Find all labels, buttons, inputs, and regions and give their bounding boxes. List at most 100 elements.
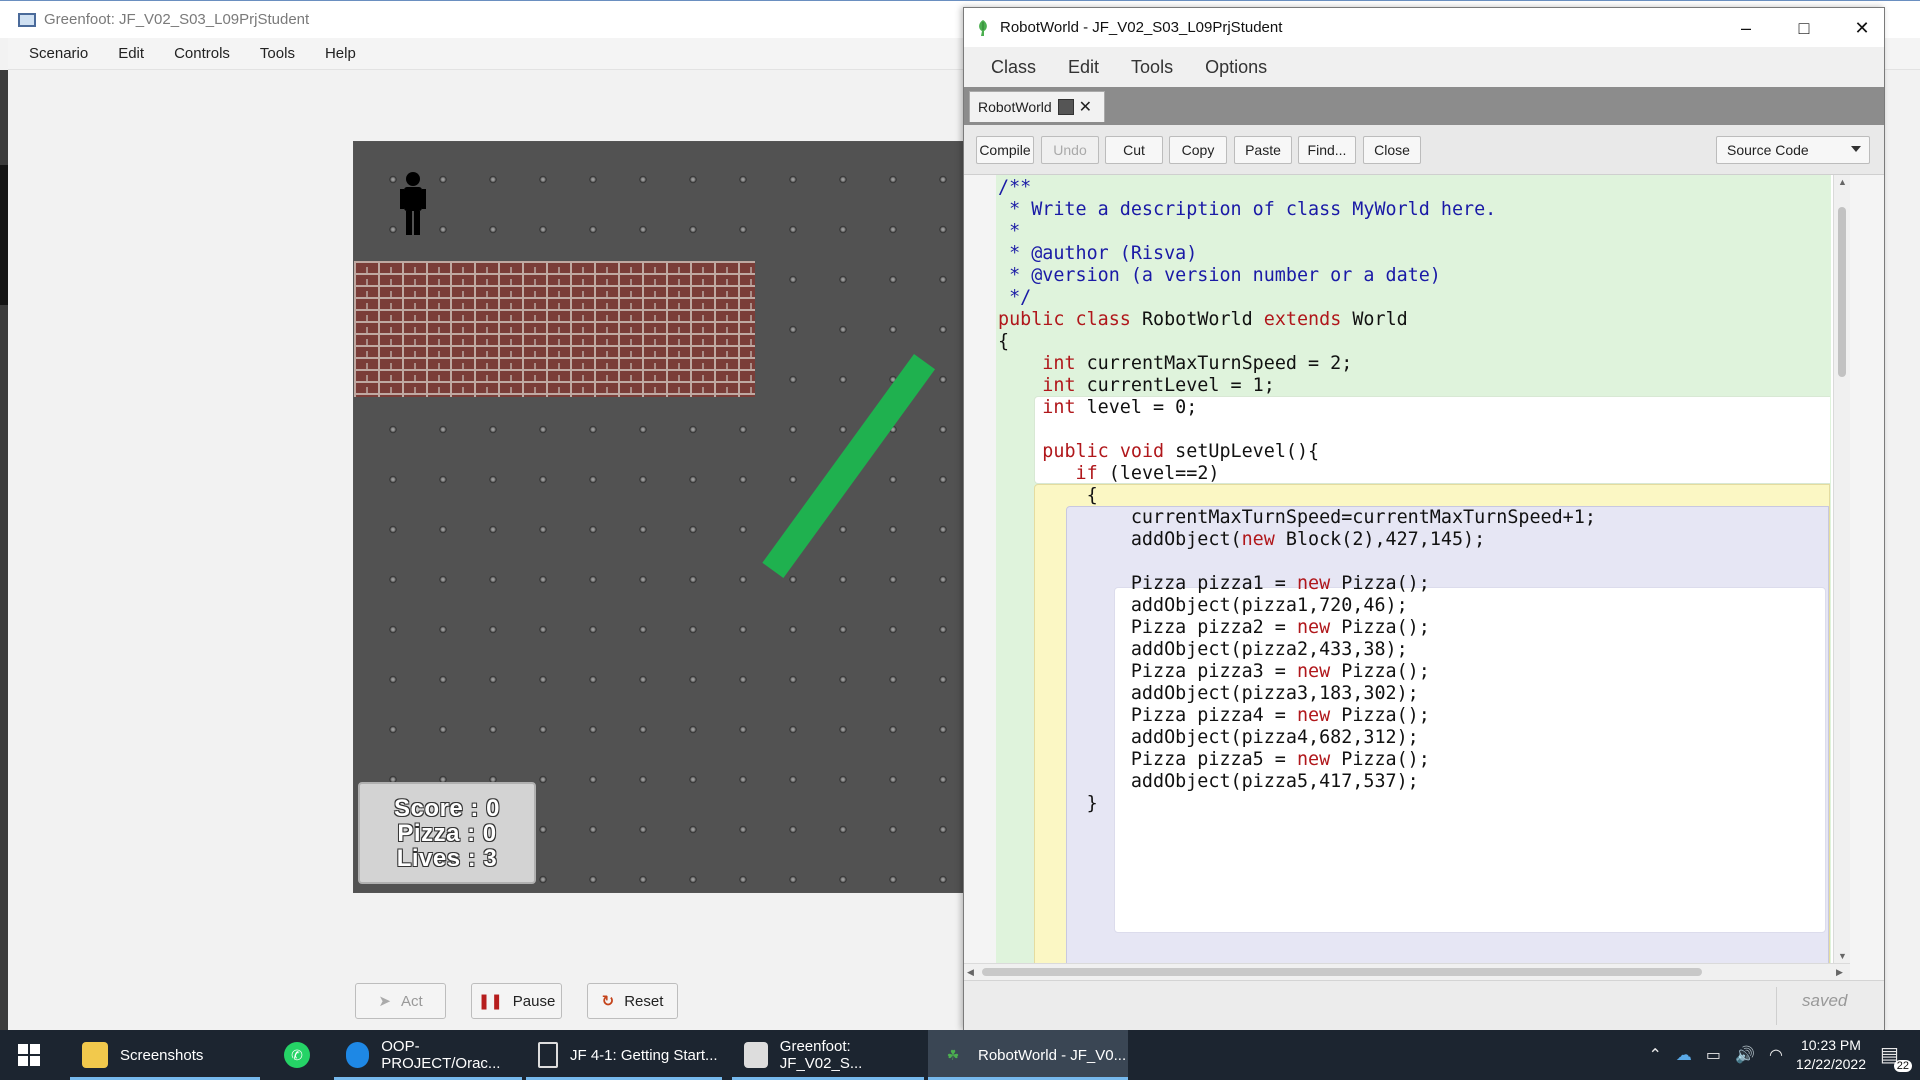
code-line[interactable]: if (level==2) [998, 463, 1220, 485]
copy-button[interactable]: Copy [1169, 136, 1227, 164]
menu-edit[interactable]: Edit [1068, 57, 1099, 78]
view-mode-value: Source Code [1727, 142, 1809, 158]
undo-button[interactable]: Undo [1041, 136, 1099, 164]
act-label: Act [400, 992, 423, 1010]
menu-class[interactable]: Class [991, 57, 1036, 78]
code-line[interactable]: public void setUpLevel(){ [998, 441, 1319, 463]
line-gutter[interactable] [964, 175, 996, 963]
code-line[interactable]: public class RobotWorld extends World [998, 309, 1408, 331]
code-line[interactable]: addObject(pizza4,682,312); [998, 727, 1419, 749]
taskbar-item-whatsapp[interactable]: ✆ [272, 1030, 322, 1080]
code-line[interactable]: int currentMaxTurnSpeed = 2; [998, 353, 1352, 375]
taskbar-item-label: RobotWorld - JF_V0... [978, 1046, 1127, 1064]
taskbar-item-edge[interactable]: OOP-PROJECT/Orac... [334, 1030, 522, 1080]
code-line[interactable]: Pizza pizza5 = new Pizza(); [998, 749, 1430, 771]
taskbar-clock[interactable]: 10:23 PM 12/22/2022 [1796, 1036, 1866, 1074]
folder-icon [82, 1042, 108, 1068]
scroll-right-icon[interactable]: ▶ [1836, 967, 1843, 978]
code-line[interactable]: int currentLevel = 1; [998, 375, 1275, 397]
taskbar-item-greenfoot[interactable]: Greenfoot: JF_V02_S... [732, 1030, 924, 1080]
document-icon [538, 1042, 558, 1068]
code-line[interactable]: addObject(pizza5,417,537); [998, 771, 1419, 793]
menu-controls[interactable]: Controls [174, 45, 230, 62]
code-line[interactable]: } [998, 793, 1098, 815]
menu-tools[interactable]: Tools [1131, 57, 1173, 78]
scroll-up-icon[interactable]: ▲ [1838, 177, 1847, 187]
maximize-icon[interactable]: □ [1792, 16, 1816, 40]
pause-label: Pause [512, 992, 556, 1010]
code-line[interactable]: addObject(new Block(2),427,145); [998, 529, 1485, 551]
onedrive-cloud-icon[interactable]: ☁ [1676, 1045, 1692, 1065]
wifi-icon[interactable]: ◠ [1769, 1045, 1783, 1065]
menu-help[interactable]: Help [325, 45, 356, 62]
score-text: Score : 0 [394, 794, 500, 822]
chevron-up-icon[interactable]: ⌃ [1649, 1045, 1662, 1065]
code-line[interactable]: Pizza pizza4 = new Pizza(); [998, 705, 1430, 727]
code-line[interactable]: Pizza pizza3 = new Pizza(); [998, 661, 1430, 683]
lives-text: Lives : 3 [396, 844, 498, 872]
robot-world-canvas[interactable]: Score : 0 Pizza : 0 Lives : 3 [353, 141, 965, 893]
whatsapp-icon: ✆ [284, 1042, 310, 1068]
code-line[interactable]: * [998, 221, 1020, 243]
windows-taskbar: Screenshots ✆ OOP-PROJECT/Orac... JF 4-1… [0, 1030, 1920, 1080]
code-editor[interactable]: /** * Write a description of class MyWor… [996, 175, 1833, 963]
minimize-icon[interactable]: – [1734, 16, 1758, 40]
code-line[interactable]: currentMaxTurnSpeed=currentMaxTurnSpeed+… [998, 507, 1596, 529]
background-window-edge-dark [0, 165, 8, 305]
scroll-down-icon[interactable]: ▼ [1838, 951, 1847, 961]
taskbar-item-robotworld[interactable]: ☘ RobotWorld - JF_V0... [928, 1030, 1128, 1080]
act-button[interactable]: ➤ Act [355, 983, 446, 1019]
taskbar-item-label: Greenfoot: JF_V02_S... [779, 1038, 863, 1072]
menu-edit[interactable]: Edit [118, 45, 144, 62]
close-button[interactable]: Close [1363, 136, 1421, 164]
menu-scenario[interactable]: Scenario [29, 45, 88, 62]
editor-window-title: RobotWorld - JF_V02_S03_L09PrjStudent [1000, 19, 1283, 36]
tab-robotworld[interactable]: RobotWorld ✕ [969, 91, 1105, 122]
act-arrow-icon: ➤ [378, 993, 391, 1010]
code-line[interactable]: addObject(pizza2,433,38); [998, 639, 1408, 661]
view-mode-select[interactable]: Source Code [1716, 136, 1870, 164]
cut-button[interactable]: Cut [1105, 136, 1163, 164]
code-line[interactable]: Pizza pizza2 = new Pizza(); [998, 617, 1430, 639]
menu-tools[interactable]: Tools [260, 45, 295, 62]
start-button[interactable] [0, 1030, 58, 1080]
editor-tab-bar: RobotWorld ✕ [964, 87, 1884, 125]
greenfoot-editor-icon: ☘ [946, 1046, 960, 1063]
editor-toolbar: Compile Undo Cut Copy Paste Find... Clos… [964, 125, 1884, 175]
battery-icon[interactable]: ▭ [1706, 1045, 1721, 1065]
vertical-scroll-thumb[interactable] [1838, 207, 1846, 377]
code-line[interactable]: * @author (Risva) [998, 243, 1197, 265]
code-line[interactable]: addObject(pizza3,183,302); [998, 683, 1419, 705]
find-button[interactable]: Find... [1298, 136, 1356, 164]
code-line[interactable]: /** [998, 177, 1031, 199]
code-line[interactable]: addObject(pizza1,720,46); [998, 595, 1408, 617]
taskbar-item-document[interactable]: JF 4-1: Getting Start... [526, 1030, 722, 1080]
code-line[interactable]: * @version (a version number or a date) [998, 265, 1441, 287]
horizontal-scrollbar[interactable]: ◀ ▶ [964, 963, 1850, 980]
tab-close-icon[interactable]: ✕ [1079, 97, 1092, 117]
code-line[interactable]: { [998, 485, 1098, 507]
reset-button[interactable]: ↻ Reset [587, 983, 678, 1019]
compile-button[interactable]: Compile [976, 136, 1034, 164]
notification-badge: 22 [1893, 1060, 1912, 1072]
volume-icon[interactable]: 🔊 [1735, 1045, 1755, 1065]
code-line[interactable]: Pizza pizza1 = new Pizza(); [998, 573, 1430, 595]
greenfoot-window-icon [18, 12, 36, 27]
close-window-icon[interactable]: ✕ [1850, 16, 1874, 40]
horizontal-scroll-thumb[interactable] [982, 968, 1702, 976]
code-line[interactable]: int level = 0; [998, 397, 1197, 419]
taskbar-item-screenshots[interactable]: Screenshots [70, 1030, 260, 1080]
code-line[interactable]: * Write a description of class MyWorld h… [998, 199, 1496, 221]
pause-button[interactable]: ❚❚ Pause [471, 983, 562, 1019]
notification-center[interactable]: ▤ 22 [1880, 1042, 1912, 1072]
code-line[interactable]: { [998, 331, 1009, 353]
windows-logo-icon [18, 1044, 40, 1066]
paste-button[interactable]: Paste [1234, 136, 1292, 164]
code-line[interactable]: */ [998, 287, 1031, 309]
editor-titlebar[interactable]: RobotWorld - JF_V02_S03_L09PrjStudent – … [964, 8, 1884, 47]
scroll-left-icon[interactable]: ◀ [967, 967, 974, 978]
vertical-scrollbar[interactable]: ▲ ▼ [1833, 175, 1850, 963]
system-tray: ⌃ ☁ ▭ 🔊 ◠ 10:23 PM 12/22/2022 ▤ 22 [1642, 1030, 1920, 1080]
brick-wall-texture [354, 267, 755, 397]
menu-options[interactable]: Options [1205, 57, 1267, 78]
